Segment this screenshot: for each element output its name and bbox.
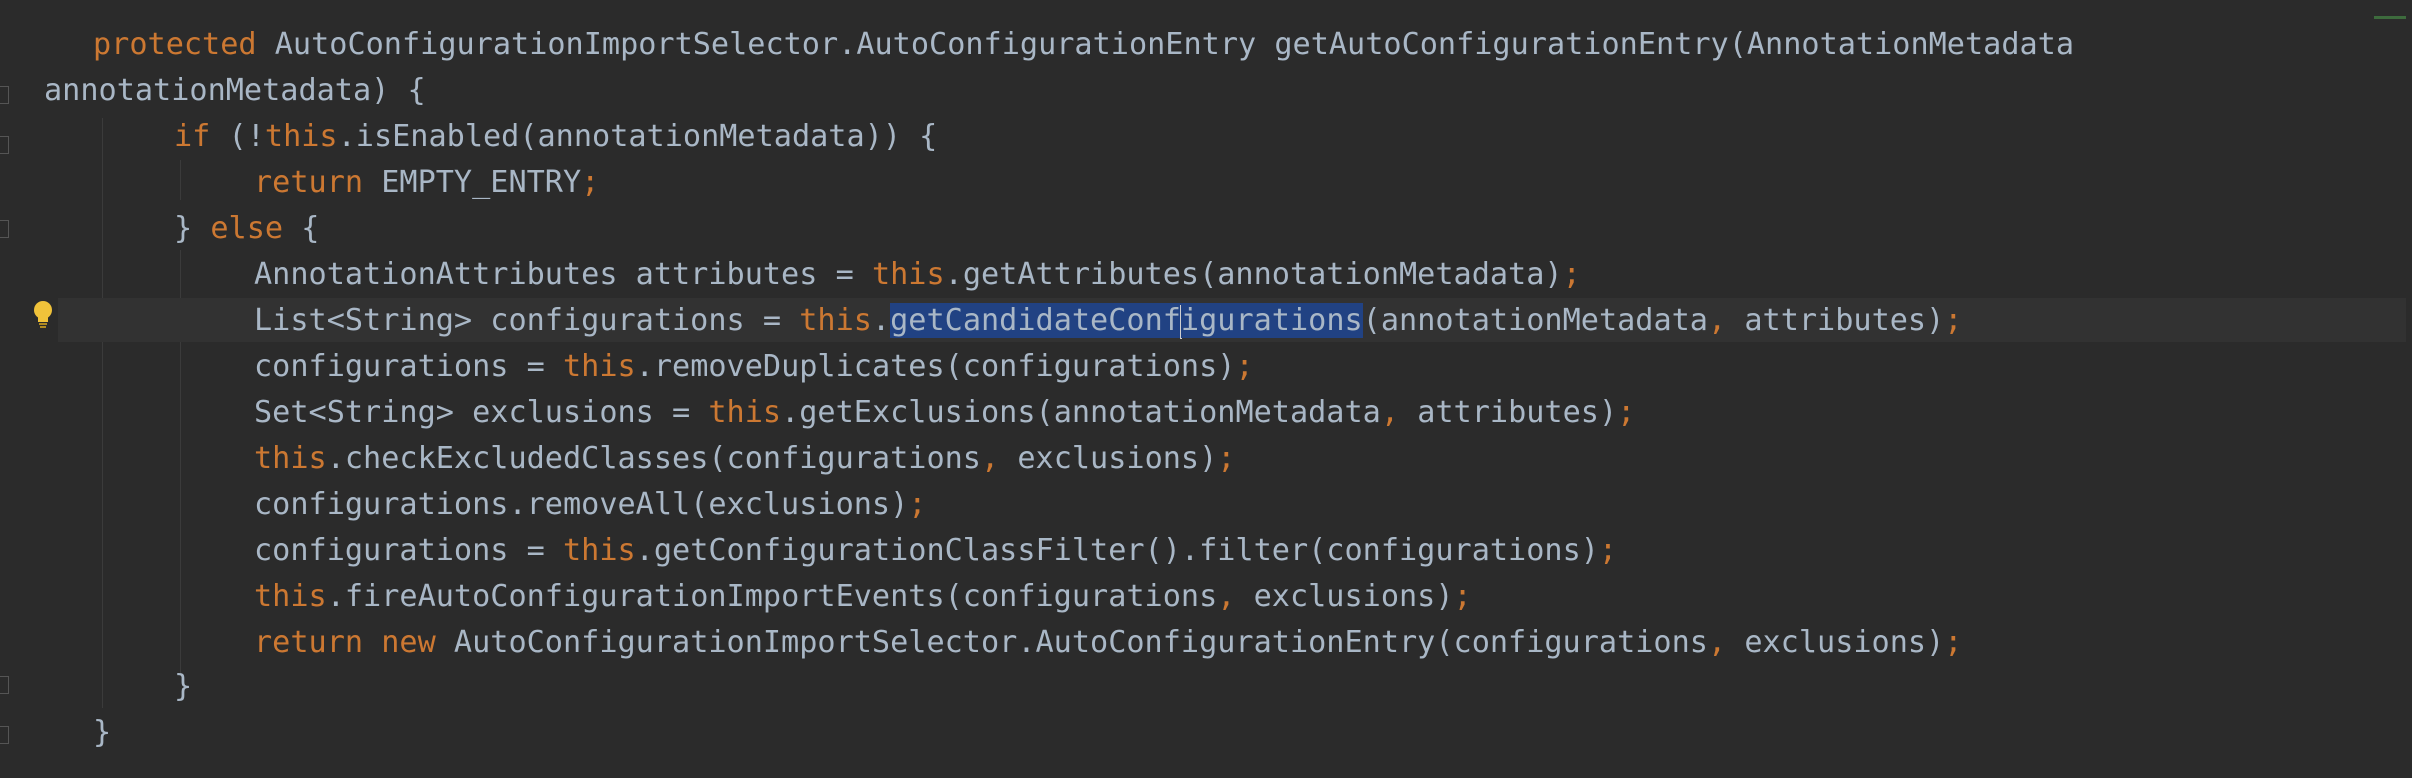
keyword-token: ; (1598, 533, 1618, 568)
keyword-token: ; (1217, 441, 1236, 476)
code-token: .isEnabled(annotationMetadata)) { (337, 119, 938, 154)
code-token: exclusions) (1017, 441, 1218, 476)
code-line[interactable]: configurations = this.removeDuplicates(c… (254, 344, 1254, 390)
code-token: .getAttributes(annotationMetadata) (944, 257, 1563, 292)
code-line[interactable]: } else { (174, 206, 319, 252)
code-line[interactable]: } (174, 664, 192, 710)
keyword-token: ; (1617, 395, 1636, 430)
keyword-token: this (708, 395, 782, 430)
fold-marker-icon[interactable] (0, 726, 9, 744)
code-token: AutoConfigurationImportSelector.AutoConf… (453, 625, 1708, 660)
code-token: EMPTY_ENTRY (381, 165, 582, 200)
editor-gutter[interactable] (0, 0, 58, 778)
keyword-token: , (1217, 579, 1254, 614)
code-token: (annotationMetadata (1362, 303, 1708, 338)
keyword-token: else (210, 211, 302, 246)
code-token: .fireAutoConfigurationImportEvents(confi… (326, 579, 1218, 614)
code-token: List<String> configurations = (254, 303, 800, 338)
code-token: } (174, 211, 211, 246)
fold-marker-icon[interactable] (0, 86, 9, 104)
keyword-token: , (1708, 303, 1745, 338)
lightbulb-icon[interactable] (32, 300, 54, 330)
code-token: } (174, 669, 193, 704)
code-token: .removeDuplicates(configurations) (635, 349, 1236, 384)
code-token: { (301, 211, 320, 246)
keyword-token: this (254, 579, 327, 614)
code-line[interactable]: } (93, 710, 111, 756)
code-line[interactable]: return new AutoConfigurationImportSelect… (254, 620, 1962, 666)
code-token: (! (228, 119, 265, 154)
keyword-token: ; (908, 487, 927, 522)
keyword-token: this (562, 533, 636, 568)
keyword-token: , (1380, 395, 1418, 430)
selected-text: igurations (1180, 303, 1363, 338)
code-line[interactable]: List<String> configurations = this.getCa… (254, 298, 1962, 344)
fold-marker-icon[interactable] (0, 676, 9, 694)
code-token: . (871, 303, 891, 338)
code-line[interactable]: this.checkExcludedClasses(configurations… (254, 436, 1235, 482)
keyword-token: , (1707, 625, 1745, 660)
code-token: .getConfigurationClassFilter().filter(co… (635, 533, 1599, 568)
code-token: .checkExcludedClasses(configurations (326, 441, 981, 476)
code-line[interactable]: this.fireAutoConfigurationImportEvents(c… (254, 574, 1472, 620)
code-line[interactable]: protected AutoConfigurationImportSelecto… (93, 22, 2074, 68)
code-line[interactable]: Set<String> exclusions = this.getExclusi… (254, 390, 1635, 436)
indent-guide (102, 118, 103, 708)
code-line[interactable]: configurations = this.getConfigurationCl… (254, 528, 1617, 574)
keyword-token: this (871, 257, 945, 292)
keyword-token: ; (1944, 625, 1963, 660)
code-token: annotationMetadata) { (44, 73, 426, 108)
code-token: AutoConfigurationImportSelector.AutoConf… (274, 27, 2075, 62)
code-token: Set<String> exclusions = (254, 395, 709, 430)
code-token: AnnotationAttributes attributes = (254, 257, 872, 292)
code-token: configurations = (254, 533, 563, 568)
selected-text: getCandidateConf (890, 303, 1181, 338)
keyword-token: ; (1562, 257, 1581, 292)
keyword-token: this (799, 303, 872, 338)
keyword-token: return new (254, 625, 454, 660)
change-marker (2374, 16, 2406, 19)
keyword-token: return (254, 165, 382, 200)
code-line[interactable]: if (!this.isEnabled(annotationMetadata))… (174, 114, 937, 160)
code-token: configurations.removeAll(exclusions) (254, 487, 909, 522)
keyword-token: this (562, 349, 636, 384)
code-token: configurations = (254, 349, 563, 384)
keyword-token: this (254, 441, 327, 476)
code-line[interactable]: return EMPTY_ENTRY; (254, 160, 599, 206)
code-token: } (93, 715, 112, 750)
fold-marker-icon[interactable] (0, 136, 9, 154)
code-line[interactable]: configurations.removeAll(exclusions); (254, 482, 926, 528)
code-token: attributes) (1417, 395, 1618, 430)
keyword-token: ; (1453, 579, 1472, 614)
code-token: exclusions) (1744, 625, 1945, 660)
code-line[interactable]: annotationMetadata) { (44, 68, 426, 114)
fold-marker-icon[interactable] (0, 220, 9, 238)
indent-guide (180, 160, 181, 200)
keyword-token: ; (581, 165, 600, 200)
keyword-token: , (980, 441, 1018, 476)
code-token: .getExclusions(annotationMetadata (781, 395, 1381, 430)
keyword-token: protected (93, 27, 275, 62)
code-editor[interactable]: protected AutoConfigurationImportSelecto… (0, 0, 2412, 778)
code-token: exclusions) (1253, 579, 1454, 614)
keyword-token: this (264, 119, 338, 154)
keyword-token: if (174, 119, 229, 154)
keyword-token: ; (1235, 349, 1254, 384)
code-token: attributes) (1744, 303, 1945, 338)
keyword-token: ; (1944, 303, 1963, 338)
code-line[interactable]: AnnotationAttributes attributes = this.g… (254, 252, 1581, 298)
